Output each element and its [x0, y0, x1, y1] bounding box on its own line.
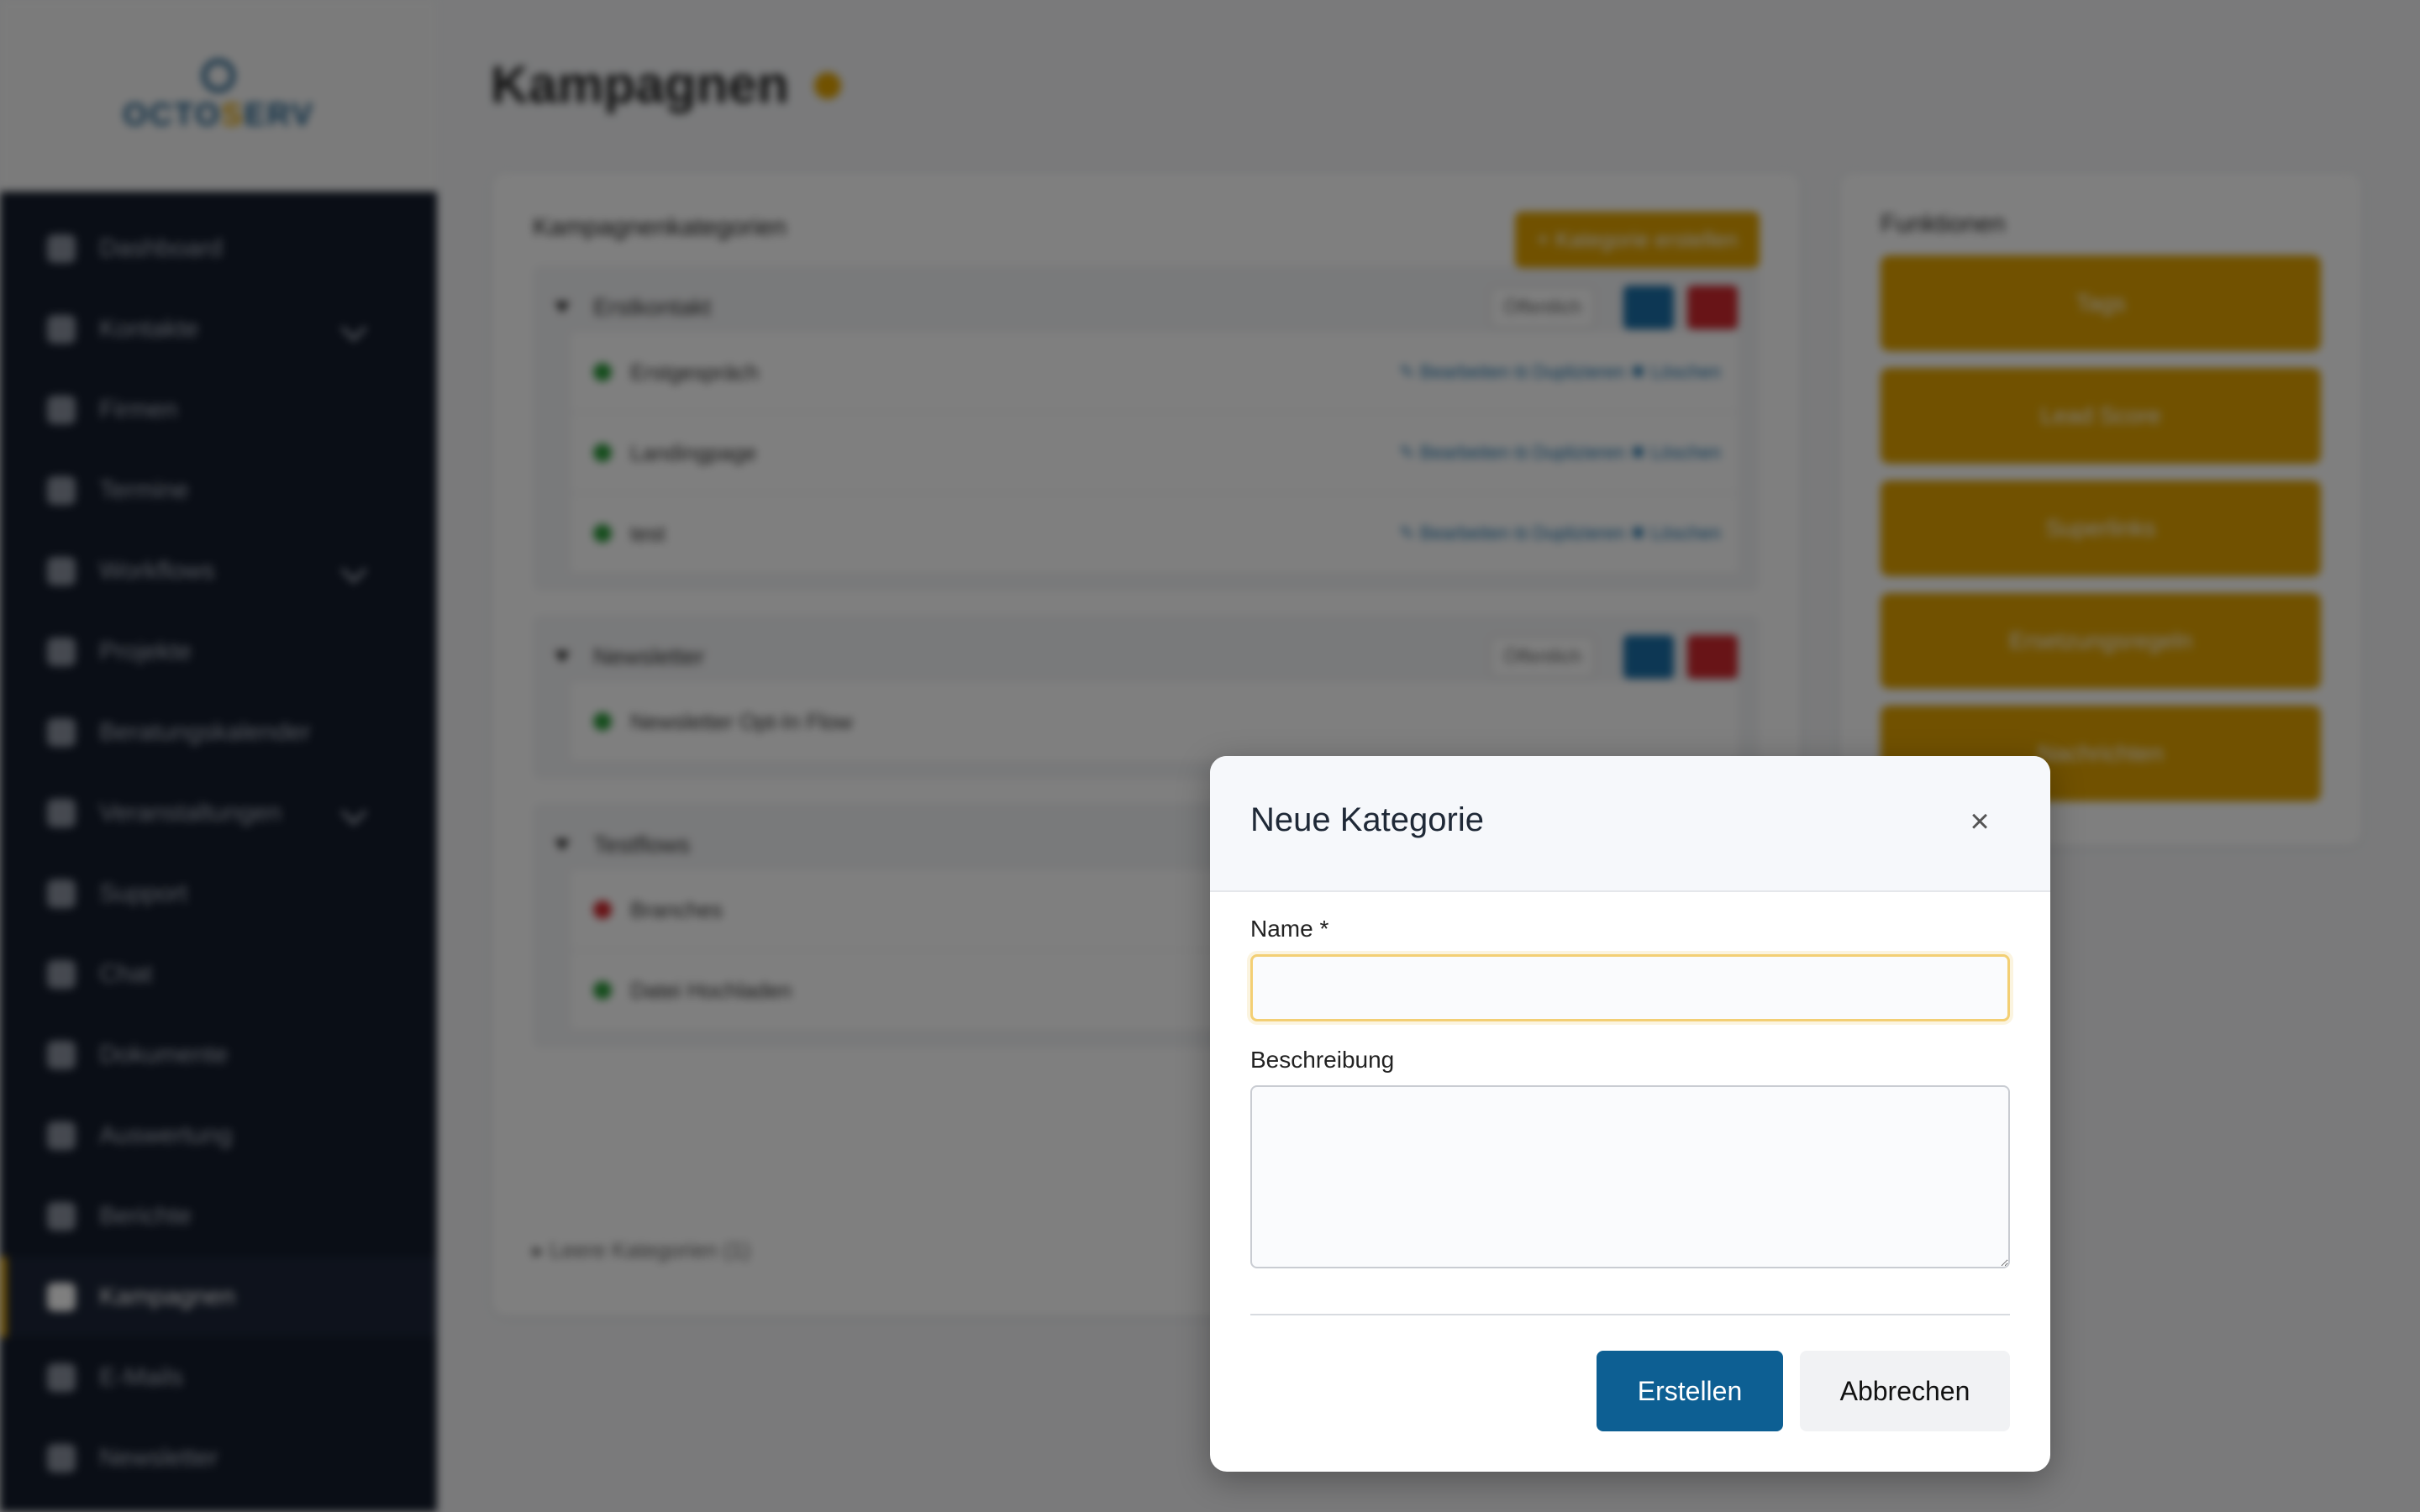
dialog-divider	[1250, 1314, 2010, 1315]
description-label: Beschreibung	[1250, 1047, 1395, 1073]
close-icon[interactable]: ×	[1963, 805, 1996, 838]
create-button[interactable]: Erstellen	[1597, 1351, 1783, 1431]
dialog-title: Neue Kategorie	[1250, 801, 1484, 838]
name-input[interactable]	[1250, 954, 2010, 1021]
new-category-dialog: Neue Kategorie × Name * Beschreibung Ers…	[1210, 756, 2050, 1472]
dialog-body: Name * Beschreibung	[1250, 916, 2010, 1268]
cancel-button[interactable]: Abbrechen	[1800, 1351, 2010, 1431]
dialog-header: Neue Kategorie ×	[1210, 756, 2050, 892]
description-textarea[interactable]	[1250, 1085, 2010, 1268]
name-label: Name *	[1250, 916, 1329, 942]
